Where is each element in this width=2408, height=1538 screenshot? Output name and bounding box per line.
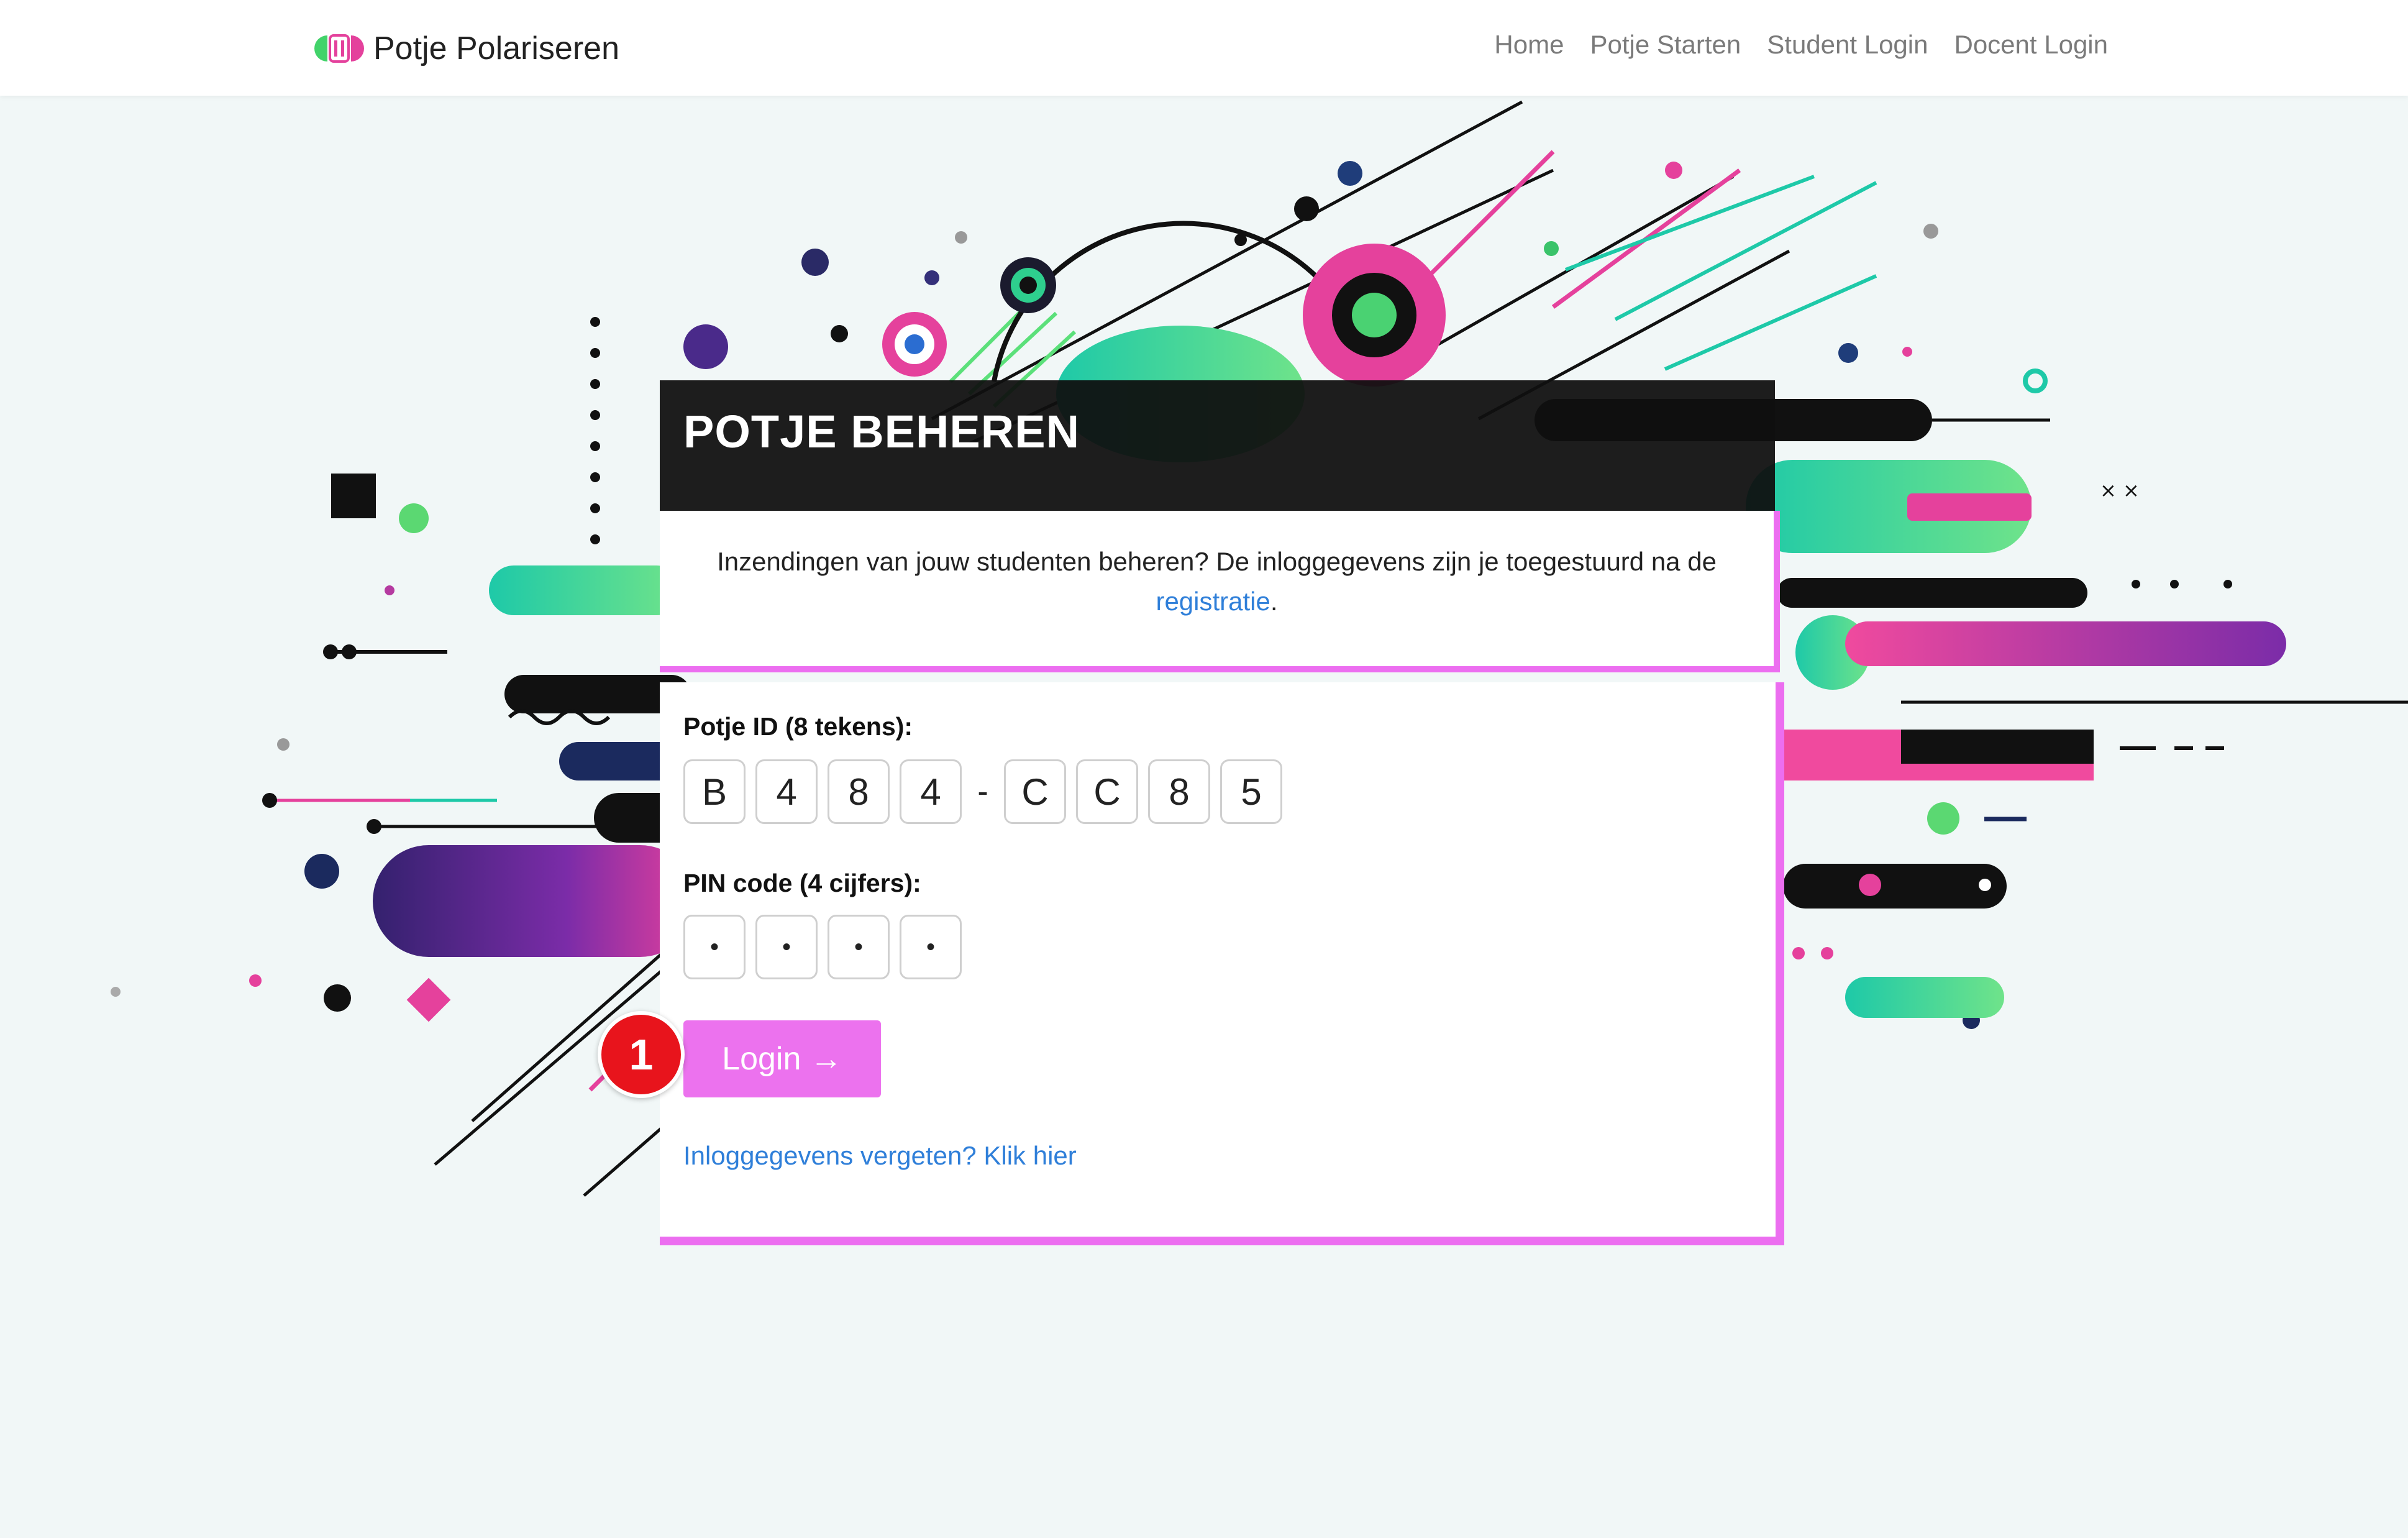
nav-potje-starten[interactable]: Potje Starten bbox=[1590, 30, 1741, 60]
registratie-link[interactable]: registratie bbox=[1156, 587, 1270, 616]
potje-id-char-4[interactable]: 4 bbox=[900, 759, 962, 824]
nav-student-login[interactable]: Student Login bbox=[1767, 30, 1928, 60]
potje-id-char-2[interactable]: 4 bbox=[755, 759, 818, 824]
potje-id-char-1[interactable]: B bbox=[683, 759, 746, 824]
potje-id-char-7[interactable]: 8 bbox=[1148, 759, 1210, 824]
login-form: Potje ID (8 tekens): B 4 8 4 - C C 8 5 P… bbox=[660, 682, 1784, 1245]
pin-digit-2[interactable]: • bbox=[755, 915, 818, 979]
pin-input-group: • • • • bbox=[683, 915, 962, 979]
intro-text: Inzendingen van jouw studenten beheren? … bbox=[717, 547, 1717, 576]
svg-text:× ×: × × bbox=[2100, 478, 2140, 502]
pin-digit-1[interactable]: • bbox=[683, 915, 746, 979]
potje-id-input-group: B 4 8 4 - C C 8 5 bbox=[683, 759, 1282, 824]
top-navbar: Potje Polariseren Home Potje Starten Stu… bbox=[0, 0, 2408, 96]
pin-digit-3[interactable]: • bbox=[828, 915, 890, 979]
brand-home-link[interactable]: Potje Polariseren bbox=[314, 26, 619, 71]
intro-link-line: registratie. bbox=[660, 582, 1774, 621]
potje-id-char-6[interactable]: C bbox=[1076, 759, 1138, 824]
forgot-credentials-link[interactable]: Inloggegevens vergeten? Klik hier bbox=[683, 1141, 1077, 1171]
brand-logo-icon bbox=[314, 34, 364, 63]
pin-digit-4[interactable]: • bbox=[900, 915, 962, 979]
card-intro: Inzendingen van jouw studenten beheren? … bbox=[660, 511, 1780, 672]
potje-id-char-3[interactable]: 8 bbox=[828, 759, 890, 824]
potje-id-char-5[interactable]: C bbox=[1004, 759, 1066, 824]
page-title: POTJE BEHEREN bbox=[683, 406, 1080, 457]
nav-docent-login[interactable]: Docent Login bbox=[1954, 30, 2108, 60]
nav-links: Home Potje Starten Student Login Docent … bbox=[1494, 30, 2108, 60]
nav-home[interactable]: Home bbox=[1494, 30, 1564, 60]
card-header: POTJE BEHEREN bbox=[660, 380, 1775, 511]
potje-id-char-8[interactable]: 5 bbox=[1220, 759, 1282, 824]
step-marker-badge: 1 bbox=[598, 1011, 685, 1098]
pin-label: PIN code (4 cijfers): bbox=[683, 869, 921, 897]
login-button[interactable]: Login → bbox=[683, 1020, 881, 1097]
potje-id-separator: - bbox=[977, 774, 988, 810]
potje-id-label: Potje ID (8 tekens): bbox=[683, 712, 913, 741]
intro-period: . bbox=[1270, 587, 1278, 616]
brand-name: Potje Polariseren bbox=[373, 30, 619, 66]
